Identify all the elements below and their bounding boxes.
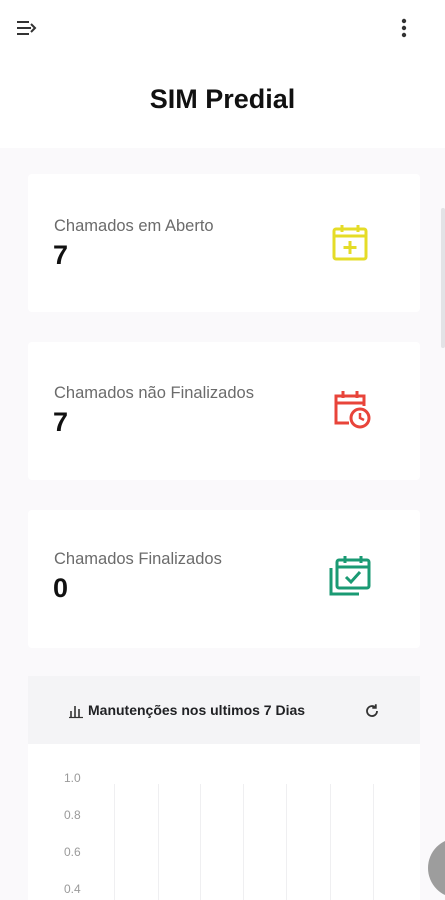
app-screen: SIM Predial Chamados em Aberto 7 Chamado… <box>0 0 445 900</box>
card-unfinished-calls[interactable]: Chamados não Finalizados 7 <box>28 342 420 480</box>
grid-line <box>286 784 287 900</box>
menu-arrow-icon[interactable] <box>14 16 40 40</box>
card-value: 7 <box>53 240 69 270</box>
grid-line <box>114 784 115 900</box>
y-tick-label: 0.4 <box>64 882 81 896</box>
scroll-indicator <box>441 208 445 348</box>
y-tick-label: 0.6 <box>64 845 81 859</box>
grid-line <box>158 784 159 900</box>
card-label: Chamados em Aberto <box>54 217 214 235</box>
chart-header: Manutenções nos ultimos 7 Dias <box>28 676 420 744</box>
chart-icon <box>68 703 84 719</box>
card-open-calls[interactable]: Chamados em Aberto 7 <box>28 174 420 312</box>
card-value: 7 <box>53 407 69 437</box>
card-label: Chamados Finalizados <box>54 550 222 568</box>
calendar-check-stack-icon <box>327 554 371 598</box>
maintenance-chart-panel: Manutenções nos ultimos 7 Dias 1.0 0.8 0… <box>28 676 420 900</box>
top-bar <box>0 0 445 56</box>
chart-title: Manutenções nos ultimos 7 Dias <box>88 702 306 718</box>
y-tick-label: 1.0 <box>64 771 81 785</box>
grid-line <box>373 784 374 900</box>
card-value: 0 <box>53 573 69 603</box>
refresh-icon[interactable] <box>362 701 382 721</box>
more-vertical-icon[interactable] <box>392 15 416 41</box>
grid-line <box>243 784 244 900</box>
y-tick-label: 0.8 <box>64 808 81 822</box>
calendar-plus-icon <box>328 221 372 265</box>
card-finished-calls[interactable]: Chamados Finalizados 0 <box>28 510 420 648</box>
page-title: SIM Predial <box>149 84 296 114</box>
grid-line <box>330 784 331 900</box>
card-label: Chamados não Finalizados <box>54 384 254 402</box>
grid-line <box>200 784 201 900</box>
calendar-clock-icon <box>329 387 373 431</box>
